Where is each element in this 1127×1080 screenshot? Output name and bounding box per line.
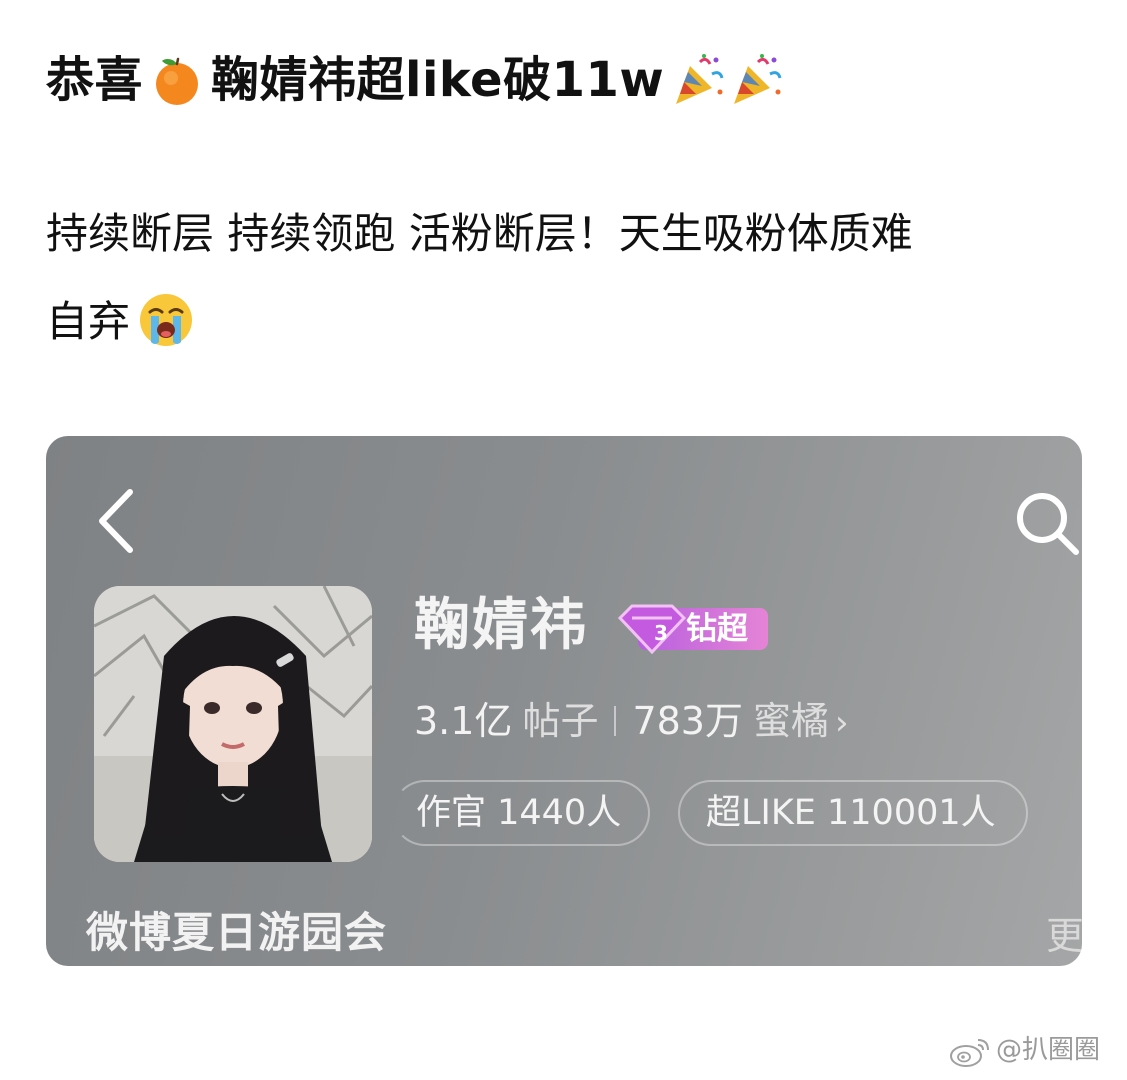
fans-count: 783万	[632, 699, 743, 743]
party-popper-icon	[676, 54, 724, 104]
event-title[interactable]: 微博夏日游园会	[86, 898, 387, 966]
avatar-image	[94, 586, 372, 862]
super-topic-card[interactable]: 鞠婧祎 3 钻超 3.1亿 帖子 783万 蜜橘 › 作官 1440人 超LIKE 11…	[46, 436, 1082, 966]
super-like-count-pill[interactable]: 超LIKE 110001人	[678, 780, 1028, 846]
watermark-text: @扒圈圈	[996, 1035, 1101, 1065]
topic-name: 鞠婧祎	[414, 593, 588, 658]
post-body: 持续断层 持续领跑 活粉断层！天生吸粉体质难 自弃	[46, 190, 1086, 366]
badge-level: 3	[654, 621, 668, 645]
posts-count: 3.1亿	[414, 699, 513, 743]
chevron-right-icon[interactable]: ›	[835, 703, 849, 743]
weibo-watermark: @扒圈圈	[948, 1030, 1100, 1070]
back-chevron-icon[interactable]	[92, 486, 140, 556]
more-link[interactable]: 更	[1046, 906, 1082, 966]
tangerine-emoji-icon	[156, 57, 199, 105]
post-body-text: 自弃	[46, 297, 131, 346]
post-title-prefix: 恭喜	[46, 52, 144, 108]
post-title-main: 鞠婧祎超like破11w	[211, 52, 665, 108]
post-title: 恭喜 鞠婧祎超like破11w	[46, 40, 790, 120]
topic-stats: 3.1亿 帖子 783万 蜜橘 ›	[414, 686, 849, 758]
avatar[interactable]	[94, 586, 372, 862]
posts-label: 帖子	[522, 699, 599, 743]
search-icon[interactable]	[1012, 488, 1082, 558]
post-body-line: 自弃	[46, 278, 1086, 366]
fans-label[interactable]: 蜜橘	[753, 699, 829, 743]
stats-divider	[614, 705, 617, 736]
officer-count-pill[interactable]: 作官 1440人	[392, 780, 650, 846]
party-popper-icon	[734, 54, 782, 104]
loudly-crying-face-icon	[140, 293, 193, 346]
badge-label: 钻超	[686, 611, 748, 647]
weibo-logo-icon	[950, 1038, 989, 1067]
post-body-line: 持续断层 持续领跑 活粉断层！天生吸粉体质难	[46, 209, 913, 258]
weibo-post-page: 恭喜 鞠婧祎超like破11w 持续断层 持续领跑 活粉断层！天生吸粉体质难 自…	[0, 0, 1127, 1080]
